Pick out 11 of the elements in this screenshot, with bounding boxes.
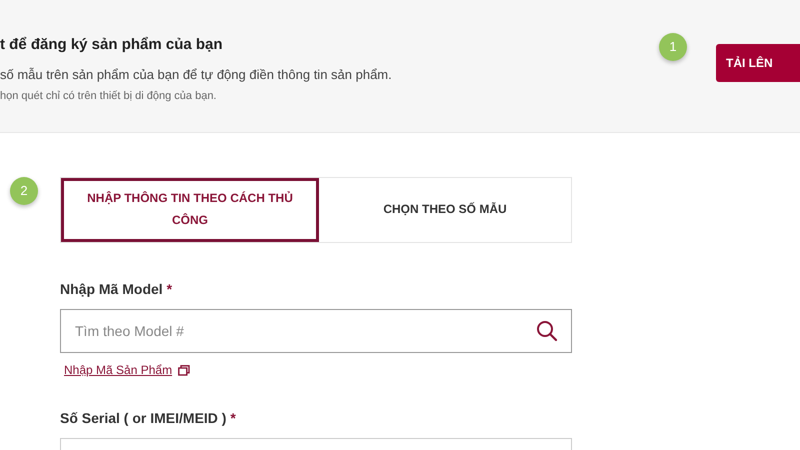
tab[interactable]: NHẬP THÔNG TIN THEO CÁCH THỦ CÔNG [61,178,319,242]
description-text: số mẫu trên sản phẩm của bạn để tự động điền thông tin sản phẩm. [0,66,393,84]
step-badge: 1 [659,33,687,61]
model-search-field[interactable]: Tìm theo Model # [60,309,572,353]
field-label: Nhập Mã Model * [60,280,174,299]
field-label: Số Serial ( or IMEI/MEID ) * [60,409,237,428]
product-code-link[interactable]: Nhập Mã Sản Phẩm [64,361,172,379]
upload-button[interactable]: TẢI LÊN [716,44,800,82]
section-title: t để đăng ký sản phẩm của bạn [0,35,224,55]
note-text: họn quét chỉ có trên thiết bị di động của bạn. [0,89,218,104]
step-badge: 2 [10,177,38,205]
